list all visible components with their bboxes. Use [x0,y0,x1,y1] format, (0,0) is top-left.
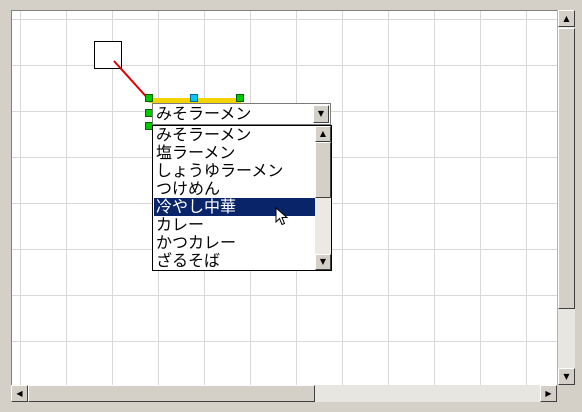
scroll-down-icon[interactable]: ▼ [315,254,331,270]
scroll-down-icon[interactable]: ▼ [558,368,575,385]
resize-handle-top-right[interactable] [236,94,244,102]
mouse-cursor-icon [275,207,289,226]
dropdown-scrollbar[interactable]: ▲ ▼ [315,126,331,270]
scrollbar-corner [557,385,574,402]
dropdown-option-0[interactable]: みそラーメン [154,126,316,144]
dropdown-option-2[interactable]: しょうゆラーメン [154,162,316,180]
dropdown-option-5[interactable]: カレー [154,216,316,234]
dropdown-option-3[interactable]: つけめん [154,180,316,198]
design-canvas[interactable]: みそラーメン ▼ みそラーメン 塩ラーメン しょうゆラーメン つけめん 冷やし中… [11,10,558,386]
scroll-up-icon[interactable]: ▲ [315,126,331,142]
combo-box[interactable]: みそラーメン ▼ [152,103,331,125]
dropdown-option-6[interactable]: かつカレー [154,234,316,252]
combo-selected-value: みそラーメン [156,104,252,123]
dropdown-scroll-thumb[interactable] [315,142,331,198]
vertical-scrollbar[interactable]: ▲ ▼ [557,10,575,385]
dropdown-option-7[interactable]: ざるそば [154,252,316,270]
horizontal-scroll-thumb[interactable] [28,385,315,402]
scroll-right-icon[interactable]: ▶ [540,385,557,402]
horizontal-scrollbar[interactable]: ◀ ▶ [11,385,557,402]
vertical-scroll-thumb[interactable] [558,28,575,309]
resize-handle-top-left[interactable] [145,94,153,102]
scroll-up-icon[interactable]: ▲ [558,10,575,27]
dropdown-option-4[interactable]: 冷やし中華 [154,198,316,216]
scroll-left-icon[interactable]: ◀ [11,385,28,402]
designer-frame: みそラーメン ▼ みそラーメン 塩ラーメン しょうゆラーメン つけめん 冷やし中… [8,8,576,404]
resize-handle-top-center[interactable] [190,94,198,102]
dropdown-list[interactable]: みそラーメン 塩ラーメン しょうゆラーメン つけめん 冷やし中華 カレー かつカ… [152,125,332,271]
dropdown-option-1[interactable]: 塩ラーメン [154,144,316,162]
dropdown-arrow-icon[interactable]: ▼ [313,105,329,123]
